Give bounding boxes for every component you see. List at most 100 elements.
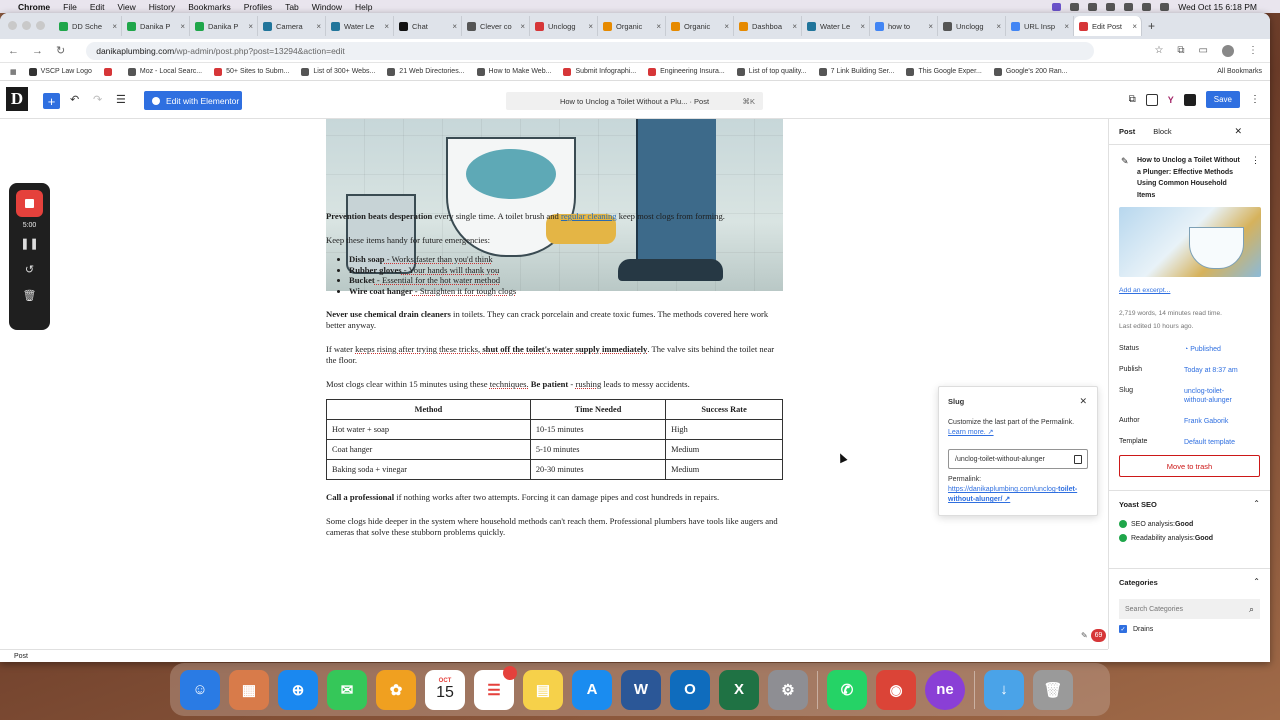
paragraph[interactable]: Never use chemical drain cleaners in toi… — [326, 309, 783, 331]
template-value[interactable]: Default template — [1184, 438, 1235, 447]
chevron-up-icon[interactable]: ⌃ — [1253, 577, 1260, 586]
table-cell[interactable]: Medium — [665, 459, 783, 481]
list-item[interactable]: Wire coat hanger - Straighten it for tou… — [349, 286, 783, 297]
table-cell[interactable]: High — [665, 419, 783, 441]
all-bookmarks[interactable]: All Bookmarks — [1217, 68, 1262, 75]
bookmark-star-icon[interactable]: ☆ — [1154, 45, 1163, 56]
save-button[interactable]: Save — [1205, 91, 1240, 108]
browser-tab[interactable]: URL Insp × — [1006, 16, 1074, 36]
post-content[interactable]: Prevention beats desperation every singl… — [326, 211, 783, 551]
site-logo[interactable]: D — [6, 87, 28, 111]
profile-avatar[interactable] — [1222, 44, 1234, 57]
slug-input[interactable]: /unclog-toilet-without-alunger — [948, 449, 1088, 469]
browser-tab[interactable]: Edit Post × — [1074, 16, 1142, 36]
close-sidebar-icon[interactable]: ✕ — [1234, 126, 1242, 137]
close-tab-icon[interactable]: × — [520, 22, 525, 31]
paragraph[interactable]: Prevention beats desperation every singl… — [326, 211, 783, 222]
apps-grid-icon[interactable]: ▦ — [10, 68, 17, 76]
extensions-icon[interactable]: ⧉ — [1177, 45, 1184, 56]
slug-value[interactable]: unclog-toilet-without-alunger — [1184, 387, 1232, 405]
safari-icon[interactable]: ⊕ — [278, 669, 318, 710]
yoast-seo-panel[interactable]: Yoast SEO ⌃ SEO analysis: Good Readabili… — [1109, 490, 1270, 542]
bookmark-item[interactable]: Submit Infographi... — [563, 67, 636, 76]
downloads-icon[interactable]: ↓ — [984, 669, 1024, 710]
wifi-icon[interactable] — [1124, 2, 1134, 11]
reload-icon[interactable]: ↻ — [56, 44, 65, 57]
regular-cleaning-link[interactable]: regular cleaning — [561, 211, 617, 221]
tab-post[interactable]: Post — [1119, 127, 1135, 136]
calendar-icon[interactable]: OCT 15 — [425, 669, 465, 710]
search-categories-input[interactable]: Search Categories ⌕ — [1119, 599, 1260, 619]
close-tab-icon[interactable]: × — [316, 22, 321, 31]
back-icon[interactable]: ← — [8, 45, 19, 57]
block-inserter-button[interactable]: + — [43, 93, 60, 109]
bookmark-item[interactable]: Google's 200 Ran... — [993, 67, 1068, 76]
finder-icon[interactable]: ☺ — [180, 669, 220, 710]
bookmark-item[interactable]: 7 Link Building Ser... — [818, 67, 894, 76]
edit-with-elementor-button[interactable]: Edit with Elementor — [144, 91, 242, 110]
menu-tab[interactable]: Tab — [285, 2, 299, 12]
browser-tab[interactable]: DD Sche × — [54, 16, 122, 36]
outlook-icon[interactable]: O — [670, 669, 710, 710]
undo-icon[interactable]: ↶ — [70, 93, 79, 106]
browser-tab[interactable]: Dashboa × — [734, 16, 802, 36]
table-header[interactable]: Method — [326, 399, 531, 421]
options-menu-icon[interactable]: ⋮ — [1250, 94, 1260, 105]
notes-icon[interactable]: ▤ — [523, 669, 563, 710]
close-tab-icon[interactable]: × — [724, 22, 729, 31]
preview-device-icon[interactable] — [1145, 93, 1158, 106]
trash-icon[interactable]: 🗑 — [1033, 669, 1073, 710]
reminders-icon[interactable]: ☰ 3 — [474, 665, 517, 710]
table-cell[interactable]: Coat hanger — [326, 439, 531, 461]
settings-sidebar-toggle[interactable] — [1183, 93, 1196, 106]
app-store-icon[interactable]: A — [572, 669, 612, 710]
grammarly-icon[interactable]: ✎ — [1081, 631, 1088, 640]
browser-tab[interactable]: Unclogg × — [938, 16, 1006, 36]
paragraph[interactable]: Call a professional if nothing works aft… — [326, 492, 783, 503]
category-item[interactable]: ✓ Drains — [1119, 625, 1260, 633]
minimize-window-button[interactable] — [22, 21, 31, 30]
excel-icon[interactable]: X — [719, 669, 759, 710]
chrome-icon[interactable]: ◉ — [876, 669, 916, 710]
search-icon[interactable] — [1142, 2, 1152, 11]
bookmark-item[interactable]: 50+ Sites to Subm... — [214, 67, 289, 76]
browser-tab[interactable]: Danika P × — [122, 16, 190, 36]
bookmark-item[interactable]: Engineering Insura... — [648, 67, 725, 76]
view-post-icon[interactable]: ⧉ — [1129, 94, 1136, 105]
screen-recorder-icon[interactable] — [1052, 2, 1062, 11]
new-tab-button[interactable]: + — [1148, 19, 1155, 33]
browser-tab[interactable]: Organic × — [598, 16, 666, 36]
bookmark-item[interactable]: Moz - Local Searc... — [127, 67, 202, 76]
close-tab-icon[interactable]: × — [452, 22, 457, 31]
document-overview-icon[interactable]: ☰ — [116, 93, 126, 106]
menu-help[interactable]: Help — [355, 2, 372, 12]
close-tab-icon[interactable]: × — [112, 22, 117, 31]
browser-tab[interactable]: Water Le × — [802, 16, 870, 36]
paragraph[interactable]: If water keeps rising after trying these… — [326, 344, 783, 366]
table-cell[interactable]: Medium — [665, 439, 783, 461]
notification-badge[interactable]: 69 — [1091, 629, 1106, 642]
menu-edit[interactable]: Edit — [90, 2, 105, 12]
featured-image-thumbnail[interactable] — [1119, 207, 1261, 277]
ne-app-icon[interactable]: ne — [925, 669, 965, 710]
bookmark-item[interactable] — [103, 67, 116, 76]
menu-window[interactable]: Window — [312, 2, 342, 12]
zoom-window-button[interactable] — [36, 21, 45, 30]
redo-icon[interactable]: ↷ — [93, 93, 102, 106]
menu-profiles[interactable]: Profiles — [244, 2, 272, 12]
list-item[interactable]: Bucket - Essential for the hot water met… — [349, 275, 783, 286]
copy-icon[interactable] — [1074, 455, 1082, 464]
close-tab-icon[interactable]: × — [792, 22, 797, 31]
menu-bookmarks[interactable]: Bookmarks — [188, 2, 231, 12]
browser-tab[interactable]: Camera × — [258, 16, 326, 36]
close-tab-icon[interactable]: × — [1132, 22, 1137, 31]
menubar-clock[interactable]: Wed Oct 15 6:18 PM — [1178, 2, 1257, 12]
bookmark-item[interactable]: VSCP Law Logo — [28, 67, 92, 76]
bookmark-item[interactable]: List of 300+ Webs... — [301, 67, 375, 76]
categories-panel[interactable]: Categories ⌃ Search Categories ⌕ ✓ Drains — [1109, 568, 1270, 633]
status-value[interactable]: ◔ Published — [1184, 345, 1221, 354]
post-actions-icon[interactable]: ⋮ — [1251, 155, 1260, 166]
bookmark-item[interactable]: List of top quality... — [736, 67, 807, 76]
menu-view[interactable]: View — [117, 2, 135, 12]
messages-icon[interactable]: ✉ — [327, 669, 367, 710]
